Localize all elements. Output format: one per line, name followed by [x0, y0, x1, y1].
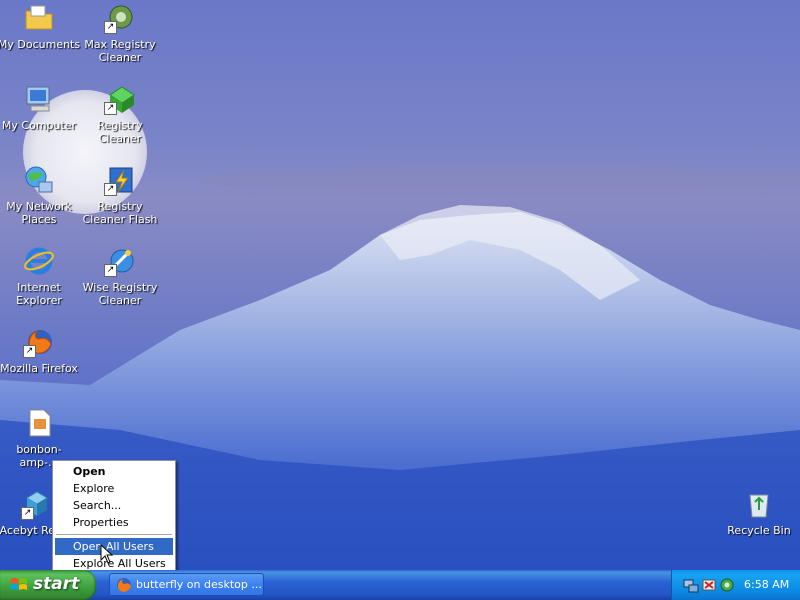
- firefox-icon: [117, 578, 131, 592]
- desktop-icon-label: My Documents: [0, 38, 81, 51]
- menu-item-open-all-users[interactable]: Open All Users: [55, 538, 173, 555]
- shortcut-arrow-icon: ↗: [104, 264, 117, 277]
- firefox-icon: ↗: [23, 326, 55, 358]
- windows-logo-icon: [11, 578, 27, 590]
- desktop-icon-registry-cleaner[interactable]: ↗ Registry Cleaner: [78, 83, 162, 145]
- recycle-bin-icon: [743, 488, 775, 520]
- desktop-icon-label: Registry Cleaner Flash: [82, 200, 158, 226]
- system-tray: 6:58 AM: [671, 570, 800, 600]
- gear-tray-icon[interactable]: [719, 577, 735, 593]
- desktop-icon-max-registry-cleaner[interactable]: ↗ Max Registry Cleaner: [78, 2, 162, 64]
- taskbar-button-firefox[interactable]: butterfly on desktop ...: [109, 573, 264, 596]
- shortcut-arrow-icon: ↗: [104, 21, 117, 34]
- taskbar-button-label: butterfly on desktop ...: [136, 578, 262, 591]
- desktop-icon-label: Mozilla Firefox: [0, 362, 78, 375]
- menu-separator: [56, 534, 172, 535]
- security-alert-tray-icon[interactable]: [701, 577, 717, 593]
- desktop[interactable]: My Documents ↗ Max Registry Cleaner My C…: [0, 0, 800, 570]
- desktop-icon-label: Recycle Bin: [727, 524, 791, 537]
- mouse-cursor-icon: [100, 544, 114, 564]
- desktop-icon-label: Registry Cleaner: [97, 119, 143, 145]
- network-globe-icon: [23, 164, 55, 196]
- start-label: start: [33, 574, 80, 594]
- acebyte-cubes-icon: ↗: [21, 488, 53, 520]
- desktop-icon-registry-cleaner-flash[interactable]: ↗ Registry Cleaner Flash: [78, 164, 162, 226]
- internet-explorer-icon: [23, 245, 55, 277]
- desktop-icon-my-network-places[interactable]: My Network Places: [0, 164, 81, 226]
- network-tray-icon[interactable]: [683, 577, 699, 593]
- gear-icon: ↗: [104, 2, 136, 34]
- folder-icon: [23, 2, 55, 34]
- desktop-icon-label: Max Registry Cleaner: [84, 38, 156, 64]
- start-button[interactable]: start: [0, 570, 96, 600]
- desktop-icon-recycle-bin[interactable]: Recycle Bin: [717, 488, 800, 537]
- shortcut-arrow-icon: ↗: [21, 507, 34, 520]
- desktop-icon-my-computer[interactable]: My Computer: [0, 83, 81, 132]
- desktop-icon-wise-registry-cleaner[interactable]: ↗ Wise Registry Cleaner: [78, 245, 162, 307]
- registry-cubes-icon: ↗: [104, 83, 136, 115]
- desktop-icon-label: My Network Places: [6, 200, 72, 226]
- desktop-icon-mozilla-firefox[interactable]: ↗ Mozilla Firefox: [0, 326, 81, 375]
- menu-item-properties[interactable]: Properties: [55, 514, 173, 531]
- context-menu: Open Explore Search... Properties Open A…: [52, 460, 176, 570]
- computer-icon: [23, 83, 55, 115]
- desktop-icon-label: Wise Registry Cleaner: [82, 281, 158, 307]
- desktop-icon-internet-explorer[interactable]: Internet Explorer: [0, 245, 81, 307]
- shortcut-arrow-icon: ↗: [23, 345, 36, 358]
- wise-cleaner-icon: ↗: [104, 245, 136, 277]
- shortcut-arrow-icon: ↗: [104, 183, 117, 196]
- taskbar: start butterfly on desktop ... 6:58 AM: [0, 570, 800, 600]
- shortcut-arrow-icon: ↗: [104, 102, 117, 115]
- file-icon: [23, 407, 55, 439]
- flash-bolt-icon: ↗: [104, 164, 136, 196]
- menu-item-open[interactable]: Open: [55, 463, 173, 480]
- menu-item-search[interactable]: Search...: [55, 497, 173, 514]
- menu-item-explore-all-users[interactable]: Explore All Users: [55, 555, 173, 570]
- desktop-icon-my-documents[interactable]: My Documents: [0, 2, 81, 51]
- desktop-icon-label: Internet Explorer: [16, 281, 62, 307]
- menu-item-explore[interactable]: Explore: [55, 480, 173, 497]
- clock[interactable]: 6:58 AM: [744, 578, 789, 591]
- desktop-icon-label: My Computer: [1, 119, 77, 132]
